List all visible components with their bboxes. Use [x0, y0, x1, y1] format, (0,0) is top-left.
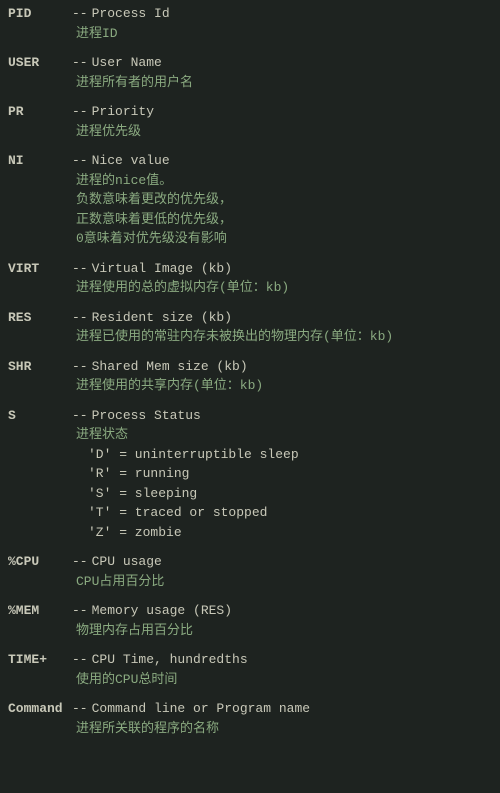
- field-name-user: USER: [8, 53, 68, 73]
- desc-zh-mem: 物理内存占用百分比: [8, 621, 492, 641]
- separator-mem: --: [72, 601, 88, 621]
- separator-shr: --: [72, 357, 88, 377]
- desc-zh-ni-0: 进程的nice值。: [8, 171, 492, 191]
- desc-zh-user: 进程所有者的用户名: [8, 73, 492, 93]
- desc-zh-time: 使用的CPU总时间: [8, 670, 492, 690]
- desc-zh-pr: 进程优先级: [8, 122, 492, 142]
- desc-en-virt: Virtual Image (kb): [92, 259, 232, 279]
- sub-item-s-4: 'Z' = zombie: [8, 523, 492, 543]
- desc-en-s: Process Status: [92, 406, 201, 426]
- entry-pid: PID--Process Id进程ID: [8, 4, 492, 43]
- desc-en-res: Resident size (kb): [92, 308, 232, 328]
- sub-item-s-1: 'R' = running: [8, 464, 492, 484]
- field-name-cpu: %CPU: [8, 552, 68, 572]
- separator-command: --: [72, 699, 88, 719]
- entry-pr: PR--Priority进程优先级: [8, 102, 492, 141]
- desc-en-cpu: CPU usage: [92, 552, 162, 572]
- desc-zh-pid: 进程ID: [8, 24, 492, 44]
- field-name-time: TIME+: [8, 650, 68, 670]
- desc-zh-shr: 进程使用的共享内存(单位：kb): [8, 376, 492, 396]
- entry-time: TIME+-- CPU Time, hundredths使用的CPU总时间: [8, 650, 492, 689]
- entry-virt: VIRT--Virtual Image (kb)进程使用的总的虚拟内存(单位：k…: [8, 259, 492, 298]
- entry-command: Command-- Command line or Program name进程…: [8, 699, 492, 738]
- desc-zh-virt: 进程使用的总的虚拟内存(单位：kb): [8, 278, 492, 298]
- desc-zh-ni-1: 负数意味着更改的优先级，: [8, 190, 492, 210]
- entry-user: USER--User Name进程所有者的用户名: [8, 53, 492, 92]
- separator-cpu: --: [72, 552, 88, 572]
- sub-item-s-3: 'T' = traced or stopped: [8, 503, 492, 523]
- separator-res: --: [72, 308, 88, 328]
- desc-en-user: User Name: [92, 53, 162, 73]
- field-name-mem: %MEM: [8, 601, 68, 621]
- desc-en-pid: Process Id: [92, 4, 170, 24]
- desc-en-ni: Nice value: [92, 151, 170, 171]
- field-name-command: Command: [8, 699, 68, 719]
- desc-en-pr: Priority: [92, 102, 154, 122]
- separator-user: --: [72, 53, 88, 73]
- separator-s: --: [72, 406, 88, 426]
- entry-s: S--Process Status进程状态'D' = uninterruptib…: [8, 406, 492, 543]
- entry-res: RES--Resident size (kb)进程已使用的常驻内存未被换出的物理…: [8, 308, 492, 347]
- desc-en-mem: Memory usage (RES): [92, 601, 232, 621]
- separator-pid: --: [72, 4, 88, 24]
- field-name-res: RES: [8, 308, 68, 328]
- desc-zh-ni-2: 正数意味着更低的优先级，: [8, 210, 492, 230]
- field-name-shr: SHR: [8, 357, 68, 377]
- field-name-pr: PR: [8, 102, 68, 122]
- desc-zh-res: 进程已使用的常驻内存未被换出的物理内存(单位：kb): [8, 327, 492, 347]
- entry-cpu: %CPU--CPU usageCPU占用百分比: [8, 552, 492, 591]
- desc-zh-s: 进程状态: [8, 425, 492, 445]
- desc-en-time: CPU Time, hundredths: [92, 650, 248, 670]
- separator-time: --: [72, 650, 88, 670]
- entry-shr: SHR--Shared Mem size (kb)进程使用的共享内存(单位：kb…: [8, 357, 492, 396]
- desc-en-command: Command line or Program name: [92, 699, 310, 719]
- main-container: PID--Process Id进程IDUSER--User Name进程所有者的…: [8, 4, 492, 738]
- separator-pr: --: [72, 102, 88, 122]
- separator-ni: --: [72, 151, 88, 171]
- field-name-pid: PID: [8, 4, 68, 24]
- field-name-ni: NI: [8, 151, 68, 171]
- entry-ni: NI--Nice value进程的nice值。负数意味着更改的优先级，正数意味着…: [8, 151, 492, 249]
- field-name-s: S: [8, 406, 68, 426]
- desc-zh-command: 进程所关联的程序的名称: [8, 719, 492, 739]
- entry-mem: %MEM--Memory usage (RES)物理内存占用百分比: [8, 601, 492, 640]
- separator-virt: --: [72, 259, 88, 279]
- sub-item-s-2: 'S' = sleeping: [8, 484, 492, 504]
- sub-item-s-0: 'D' = uninterruptible sleep: [8, 445, 492, 465]
- desc-zh-cpu: CPU占用百分比: [8, 572, 492, 592]
- desc-zh-ni-3: 0意味着对优先级没有影响: [8, 229, 492, 249]
- desc-en-shr: Shared Mem size (kb): [92, 357, 248, 377]
- field-name-virt: VIRT: [8, 259, 68, 279]
